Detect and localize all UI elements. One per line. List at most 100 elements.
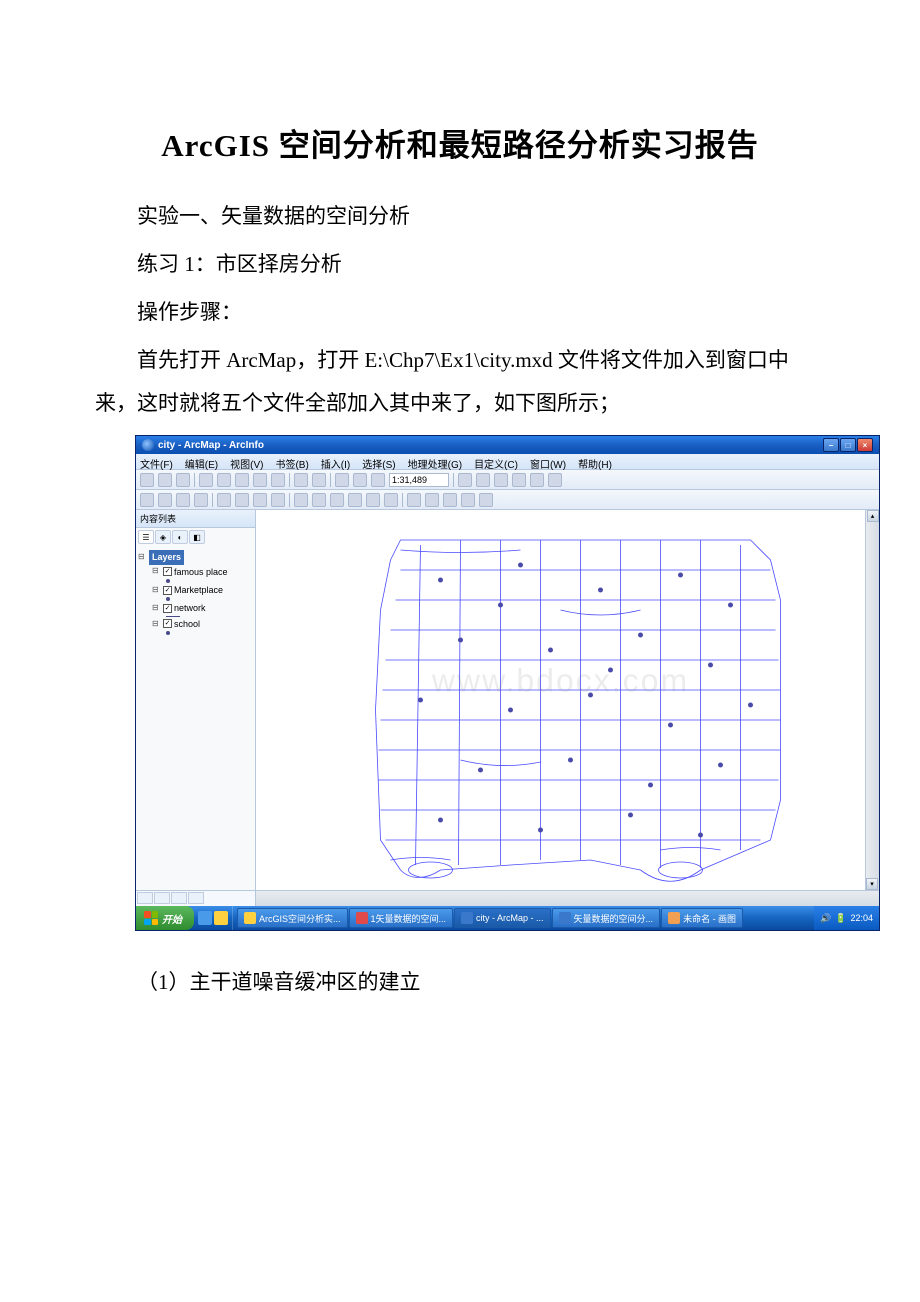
tray-icon[interactable]: 🔋: [835, 913, 846, 924]
toc-tab-source[interactable]: ◈: [155, 530, 171, 544]
taskbar-item[interactable]: 1矢量数据的空间...: [349, 908, 454, 928]
menu-help[interactable]: 帮助(H): [578, 456, 612, 467]
layout-view-tab[interactable]: [154, 892, 170, 904]
open-icon[interactable]: [158, 473, 172, 487]
expander-icon[interactable]: ⊟: [152, 565, 161, 578]
quick-launch: [194, 906, 233, 930]
menubar: 文件(F) 编辑(E) 视图(V) 书签(B) 插入(I) 选择(S) 地理处理…: [136, 454, 879, 470]
horizontal-scrollbar[interactable]: [256, 891, 879, 906]
print-icon[interactable]: [199, 473, 213, 487]
close-button[interactable]: ×: [857, 438, 873, 452]
taskbar-item[interactable]: 未命名 - 画图: [661, 908, 743, 928]
layer-name[interactable]: network: [174, 601, 206, 615]
data-view-tab[interactable]: [137, 892, 153, 904]
tool-icon[interactable]: [461, 493, 475, 507]
scale-input[interactable]: [389, 473, 449, 487]
ie-icon[interactable]: [198, 911, 212, 925]
menu-select[interactable]: 选择(S): [362, 456, 395, 467]
toolbox-icon[interactable]: [494, 473, 508, 487]
catalog-icon[interactable]: [458, 473, 472, 487]
tool-icon[interactable]: [530, 473, 544, 487]
scroll-down-icon[interactable]: ▾: [866, 878, 878, 890]
expander-icon[interactable]: ⊟: [138, 551, 147, 564]
fixed-zoom-out-icon[interactable]: [235, 493, 249, 507]
search-icon[interactable]: [476, 473, 490, 487]
layer-name[interactable]: school: [174, 617, 200, 631]
toc-header: 内容列表: [136, 510, 255, 528]
scroll-up-icon[interactable]: ▴: [867, 510, 879, 522]
tool-icon[interactable]: [407, 493, 421, 507]
save-icon[interactable]: [176, 473, 190, 487]
taskbar-item[interactable]: 矢量数据的空间分...: [552, 908, 661, 928]
taskbar-item[interactable]: city - ArcMap - ...: [454, 908, 551, 928]
expander-icon[interactable]: ⊟: [152, 602, 161, 615]
menu-edit[interactable]: 编辑(E): [185, 456, 218, 467]
undo-icon[interactable]: [294, 473, 308, 487]
vertical-scrollbar[interactable]: ▴ ▾: [865, 510, 879, 890]
find-icon[interactable]: [348, 493, 362, 507]
taskbar-item[interactable]: ArcGIS空间分析实...: [237, 908, 348, 928]
layer-checkbox[interactable]: ✓: [163, 586, 172, 595]
zoom-out-icon[interactable]: [158, 493, 172, 507]
refresh-tab[interactable]: [171, 892, 187, 904]
tool-icon[interactable]: [479, 493, 493, 507]
identify-icon[interactable]: [330, 493, 344, 507]
menu-bookmark[interactable]: 书签(B): [275, 456, 308, 467]
toc-tab-list[interactable]: ☰: [138, 530, 154, 544]
forward-icon[interactable]: [271, 493, 285, 507]
menu-window[interactable]: 窗口(W): [530, 456, 566, 467]
toolbar-2: [136, 490, 879, 510]
layer-checkbox[interactable]: ✓: [163, 619, 172, 628]
full-extent-icon[interactable]: [194, 493, 208, 507]
taskbar: 开始 ArcGIS空间分析实... 1矢量数据的空间... city - Arc…: [136, 906, 879, 930]
layers-root[interactable]: Layers: [149, 550, 184, 564]
zoom-in-icon[interactable]: [140, 493, 154, 507]
layer-checkbox[interactable]: ✓: [163, 567, 172, 576]
layer-name[interactable]: famous place: [174, 565, 228, 579]
menu-insert[interactable]: 插入(I): [321, 456, 350, 467]
menu-view[interactable]: 视图(V): [230, 456, 263, 467]
folder-icon[interactable]: [214, 911, 228, 925]
new-icon[interactable]: [140, 473, 154, 487]
system-tray[interactable]: 🔊 🔋 22:04: [814, 906, 879, 930]
back-icon[interactable]: [253, 493, 267, 507]
toc-tab-selection[interactable]: ◧: [189, 530, 205, 544]
paragraph-5: （1）主干道噪音缓冲区的建立: [95, 961, 825, 1004]
start-button[interactable]: 开始: [136, 906, 194, 930]
minimize-button[interactable]: −: [823, 438, 839, 452]
menu-customize[interactable]: 目定义(C): [474, 456, 518, 467]
tool-icon[interactable]: [353, 473, 367, 487]
measure-icon[interactable]: [366, 493, 380, 507]
toc-tab-visibility[interactable]: ◐: [172, 530, 188, 544]
paragraph-4: 首先打开 ArcMap，打开 E:\Chp7\Ex1\city.mxd 文件将文…: [95, 339, 825, 425]
app-icon: [142, 439, 154, 451]
clear-selection-icon[interactable]: [312, 493, 326, 507]
expander-icon[interactable]: ⊟: [152, 584, 161, 597]
tool-icon[interactable]: [548, 473, 562, 487]
layer-name[interactable]: Marketplace: [174, 583, 223, 597]
paste-icon[interactable]: [253, 473, 267, 487]
layer-checkbox[interactable]: ✓: [163, 604, 172, 613]
delete-icon[interactable]: [271, 473, 285, 487]
cut-icon[interactable]: [217, 473, 231, 487]
menu-file[interactable]: 文件(F): [140, 456, 173, 467]
python-icon[interactable]: [512, 473, 526, 487]
fixed-zoom-in-icon[interactable]: [217, 493, 231, 507]
copy-icon[interactable]: [235, 473, 249, 487]
tool-icon[interactable]: [371, 473, 385, 487]
menu-geoprocessing[interactable]: 地理处理(G): [408, 456, 462, 467]
redo-icon[interactable]: [312, 473, 326, 487]
pause-tab[interactable]: [188, 892, 204, 904]
select-icon[interactable]: [294, 493, 308, 507]
tool-icon[interactable]: [443, 493, 457, 507]
add-data-icon[interactable]: [335, 473, 349, 487]
toc-tree: ⊟ Layers ⊟ ✓ famous place ⊟ ✓ Marketplac…: [136, 546, 255, 639]
tool-icon[interactable]: [425, 493, 439, 507]
pan-icon[interactable]: [176, 493, 190, 507]
clock[interactable]: 22:04: [850, 913, 873, 923]
expander-icon[interactable]: ⊟: [152, 618, 161, 631]
map-canvas[interactable]: www.bdocx.com: [256, 510, 865, 890]
tray-icon[interactable]: 🔊: [820, 913, 831, 924]
hyperlink-icon[interactable]: [384, 493, 398, 507]
maximize-button[interactable]: □: [840, 438, 856, 452]
